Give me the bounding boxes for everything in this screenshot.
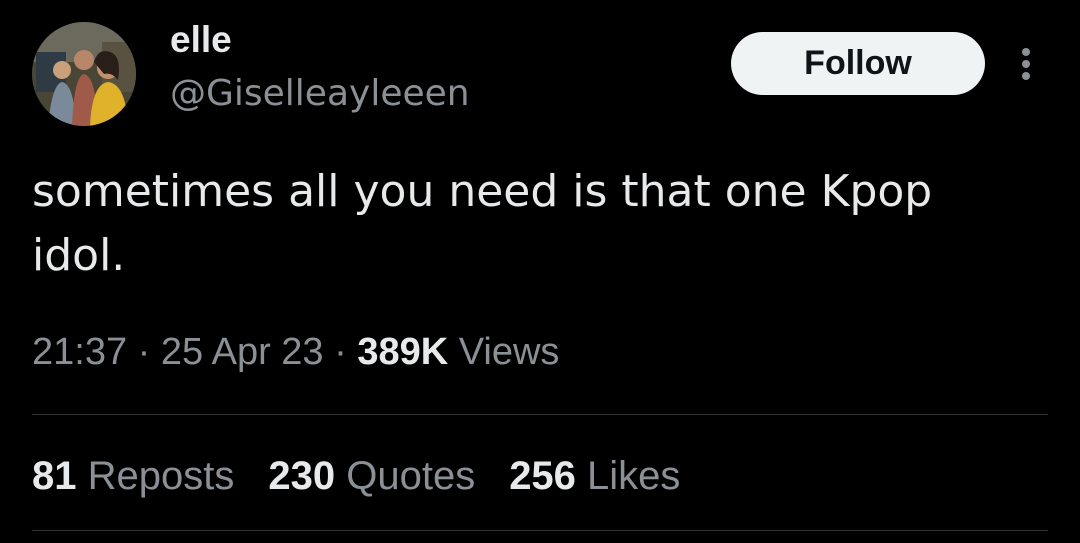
likes-count: 256 (509, 454, 576, 498)
meta-separator: · (323, 331, 358, 373)
likes-stat[interactable]: 256 Likes (509, 452, 680, 500)
display-name[interactable]: elle (170, 18, 232, 62)
likes-label: Likes (575, 454, 681, 498)
divider (32, 414, 1048, 415)
engagement-stats: 81 Reposts 230 Quotes 256 Likes (32, 452, 680, 500)
quotes-label: Quotes (335, 454, 476, 498)
follow-button[interactable]: Follow (731, 32, 985, 95)
reposts-count: 81 (32, 454, 77, 498)
more-options-button[interactable] (1008, 44, 1044, 84)
views-count: 389K (357, 331, 449, 373)
tweet-text: sometimes all you need is that one Kpop … (32, 166, 933, 281)
more-vertical-icon (1022, 48, 1030, 80)
views-label: Views (448, 331, 560, 373)
quotes-count: 230 (268, 454, 336, 498)
tweet-date[interactable]: 25 Apr 23 (161, 331, 324, 373)
tweet-meta: 21:37 · 25 Apr 23 · 389K Views (32, 330, 559, 376)
meta-separator: · (127, 331, 161, 373)
user-handle[interactable]: @Giselleayleeen (170, 72, 470, 115)
quotes-stat[interactable]: 230 Quotes (268, 452, 475, 500)
divider (32, 530, 1048, 531)
avatar[interactable] (32, 22, 136, 126)
avatar-photo-icon (32, 22, 136, 126)
tweet-card: elle @Giselleayleeen Follow sometimes al… (0, 0, 1080, 543)
tweet-time[interactable]: 21:37 (32, 331, 127, 373)
reposts-stat[interactable]: 81 Reposts (32, 452, 234, 500)
reposts-label: Reposts (76, 454, 235, 498)
